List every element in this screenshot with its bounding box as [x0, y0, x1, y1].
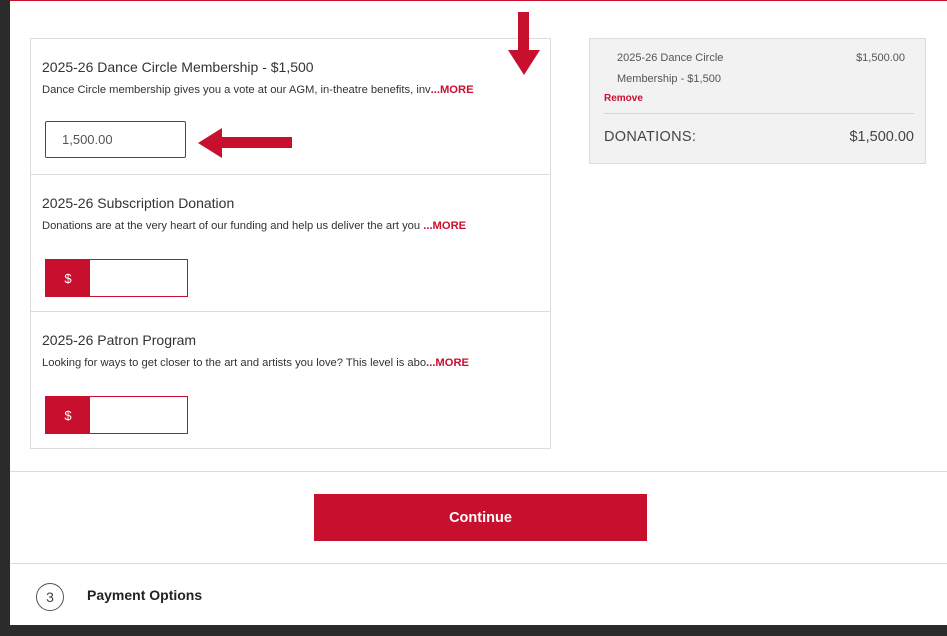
- arrow-left-icon: [198, 128, 292, 158]
- donation-description: Dance Circle membership gives you a vote…: [42, 84, 474, 96]
- more-link[interactable]: ...MORE: [423, 220, 466, 232]
- donation-title: 2025-26 Dance Circle Membership - $1,500: [42, 59, 314, 75]
- step-number-badge: 3: [36, 583, 64, 611]
- donation-summary-panel: 2025-26 Dance Circle Membership - $1,500…: [589, 38, 926, 164]
- donation-amount-group: $: [45, 396, 188, 434]
- description-text: Dance Circle membership gives you a vote…: [42, 84, 431, 96]
- donation-item-patron: 2025-26 Patron Program Looking for ways …: [31, 312, 550, 448]
- donation-amount-group: $: [45, 259, 188, 297]
- summary-item-price: $1,500.00: [856, 52, 905, 64]
- description-text: Donations are at the very heart of our f…: [42, 220, 424, 232]
- summary-total-label: DONATIONS:: [604, 129, 697, 145]
- step-payment-options[interactable]: Payment Options: [87, 587, 202, 603]
- window-frame-bottom: [0, 625, 947, 636]
- section-top-border: [10, 0, 947, 1]
- donation-title: 2025-26 Patron Program: [42, 332, 197, 348]
- remove-link[interactable]: Remove: [604, 93, 643, 104]
- summary-divider: [604, 113, 914, 114]
- donation-amount-input[interactable]: [45, 121, 186, 158]
- continue-button[interactable]: Continue: [314, 494, 647, 541]
- donation-description: Looking for ways to get closer to the ar…: [42, 357, 469, 369]
- more-link[interactable]: ...MORE: [426, 357, 469, 369]
- arrow-down-icon: [508, 12, 540, 75]
- more-link[interactable]: ...MORE: [431, 84, 474, 96]
- donation-title: 2025-26 Subscription Donation: [42, 195, 235, 211]
- summary-total-value: $1,500.00: [849, 129, 914, 145]
- donation-options-list: 2025-26 Dance Circle Membership - $1,500…: [30, 38, 551, 449]
- donation-amount-input[interactable]: [90, 397, 187, 433]
- window-frame-left: [0, 0, 10, 636]
- currency-prefix: $: [46, 260, 90, 296]
- currency-prefix: $: [46, 397, 90, 433]
- section-divider: [10, 563, 947, 564]
- donation-description: Donations are at the very heart of our f…: [42, 220, 466, 232]
- section-divider: [10, 471, 947, 472]
- donation-amount-input[interactable]: [90, 260, 187, 296]
- donation-item-subscription: 2025-26 Subscription Donation Donations …: [31, 175, 550, 312]
- summary-item-name: 2025-26 Dance Circle Membership - $1,500: [617, 52, 724, 85]
- description-text: Looking for ways to get closer to the ar…: [42, 357, 427, 369]
